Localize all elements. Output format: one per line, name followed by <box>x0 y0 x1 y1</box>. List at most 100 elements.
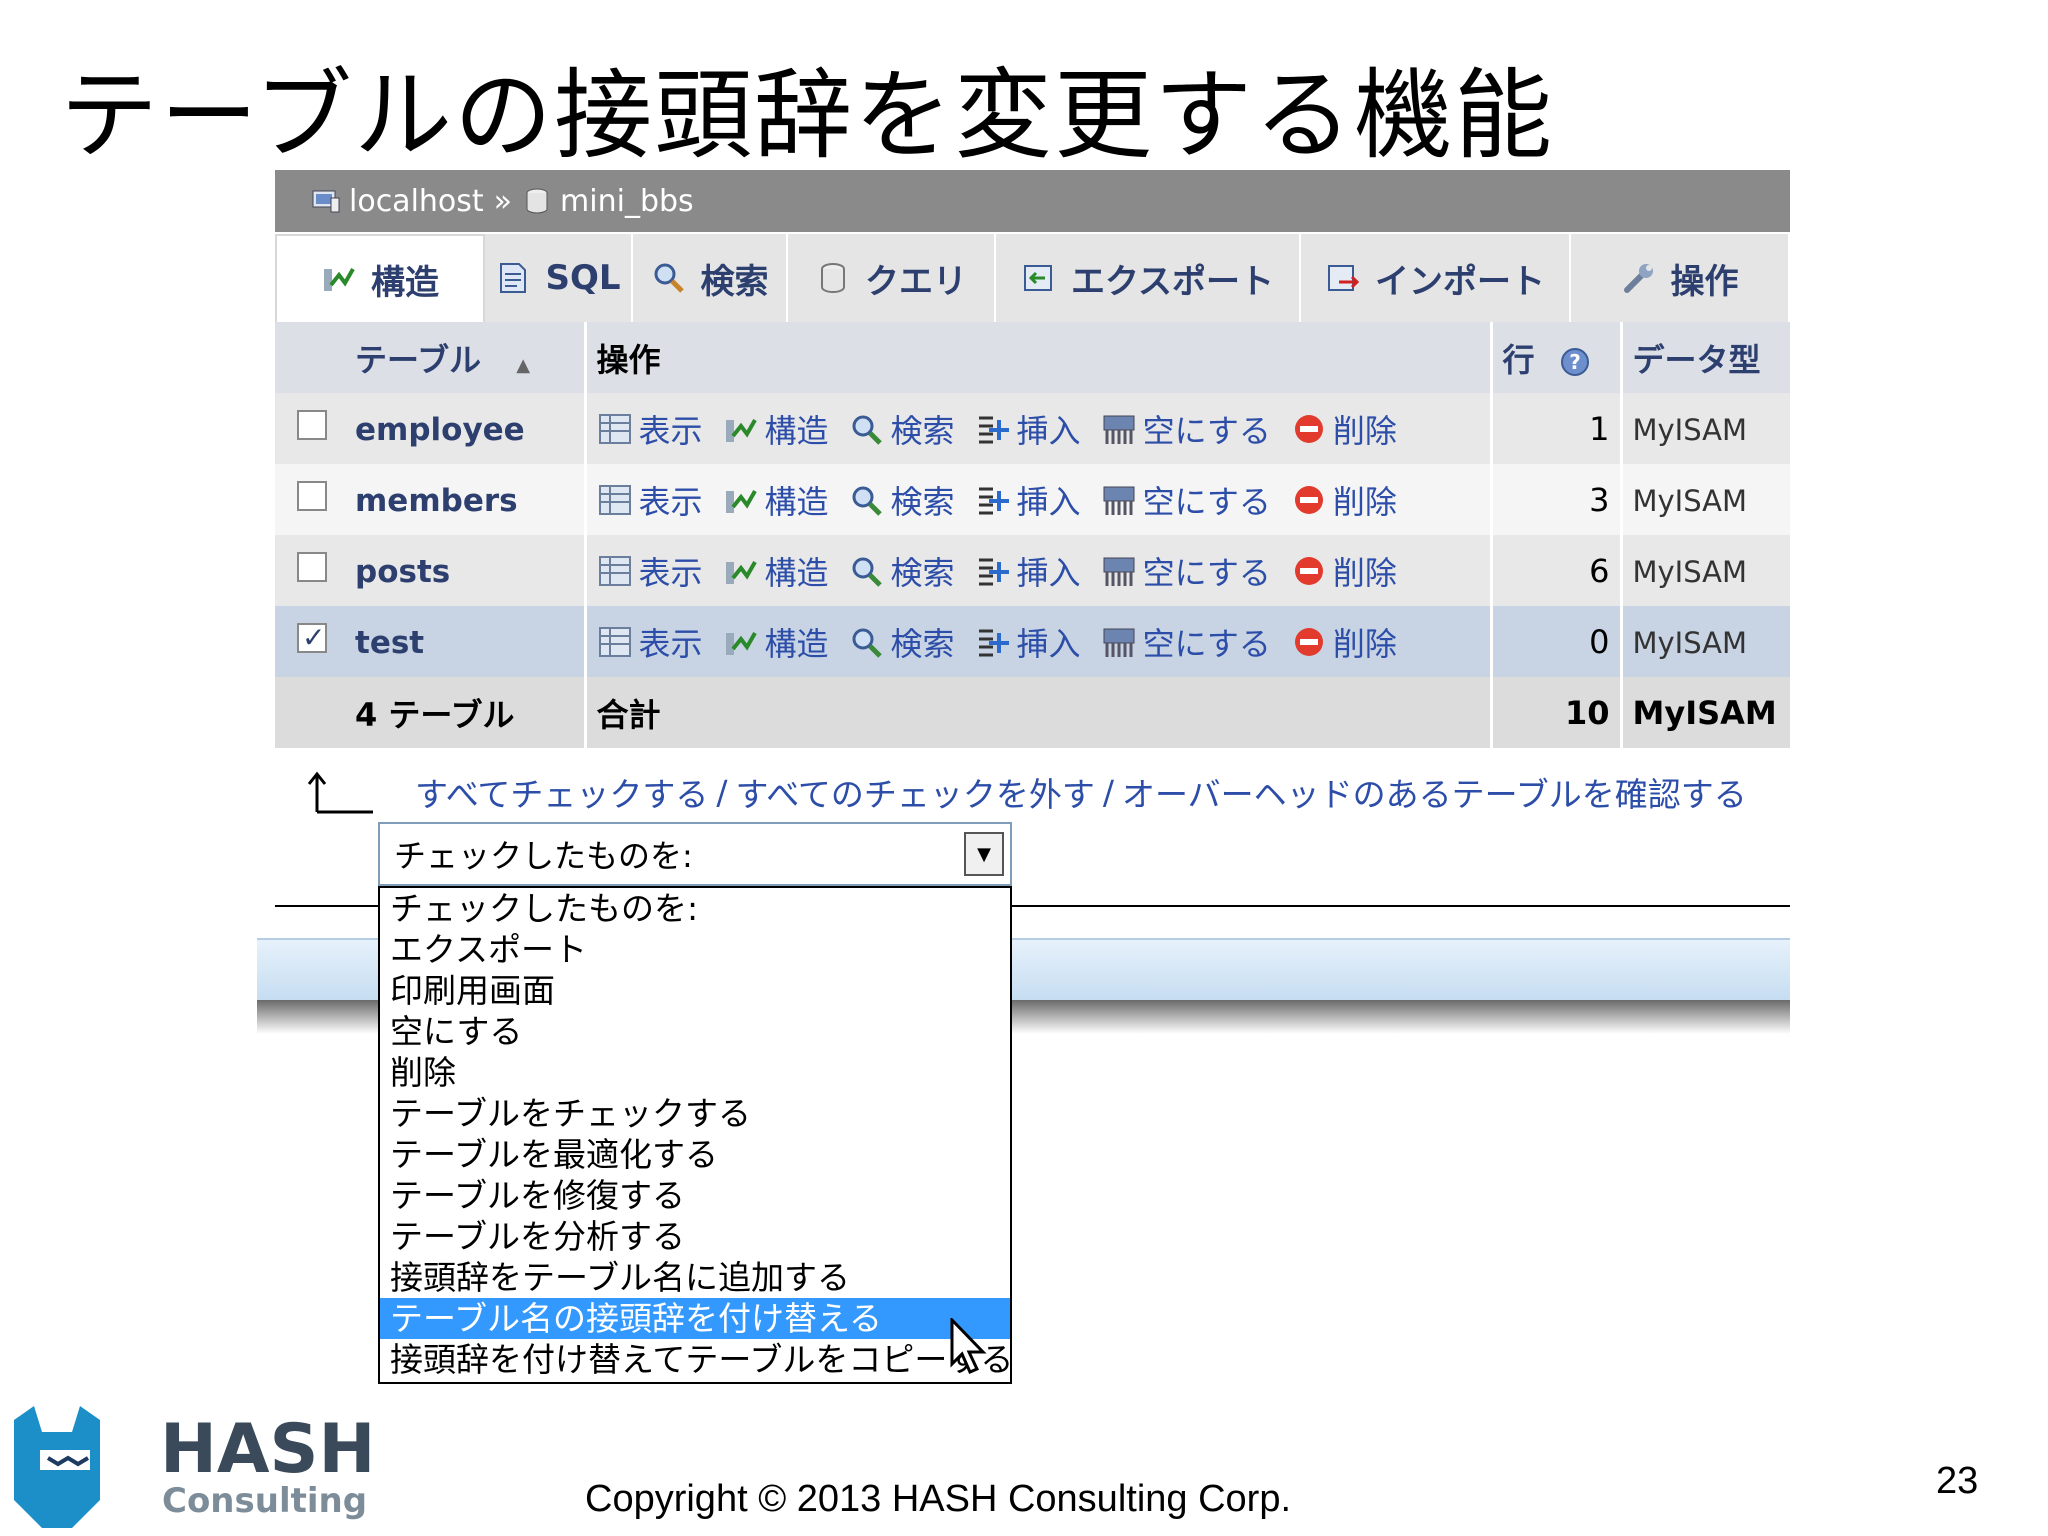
dropdown-option[interactable]: 削除 <box>380 1052 1010 1093</box>
action-0-link[interactable]: 表示 <box>597 477 703 523</box>
column-header-type: データ型 <box>1621 322 1790 393</box>
action-5-link[interactable]: 削除 <box>1291 477 1397 523</box>
dropdown-option[interactable]: 接頭辞を付け替えてテーブルをコピーする <box>380 1339 1013 1380</box>
action-0-link[interactable]: 表示 <box>597 548 703 594</box>
svg-text:Consulting: Consulting <box>162 1481 367 1521</box>
tab-sql[interactable]: SQL <box>485 234 633 322</box>
tab-label: SQL <box>545 258 621 298</box>
breadcrumb-server[interactable]: localhost <box>349 184 484 219</box>
row-checkbox[interactable] <box>297 551 327 582</box>
mouse-cursor-icon <box>950 1318 987 1374</box>
column-header-table[interactable]: テーブル ▲ <box>345 322 587 393</box>
action-5-link[interactable]: 削除 <box>1291 406 1397 452</box>
dropdown-option[interactable]: テーブルを修復する <box>380 1175 1010 1216</box>
tab-label: 構造 <box>371 262 439 303</box>
action-3-link[interactable]: 挿入 <box>975 406 1081 452</box>
action-1-link[interactable]: 構造 <box>723 548 829 594</box>
action-2-link[interactable]: 検索 <box>849 548 955 594</box>
browse-icon <box>598 413 631 444</box>
dropdown-option[interactable]: エクスポート <box>380 929 1010 970</box>
column-header-rows[interactable]: 行? <box>1491 322 1623 393</box>
tab-label: クエリ <box>865 261 967 302</box>
action-0-link[interactable]: 表示 <box>597 619 703 665</box>
tab-query[interactable]: クエリ <box>788 234 996 322</box>
tab-export[interactable]: エクスポート <box>996 234 1301 322</box>
footer-type: MyISAM <box>1621 677 1790 748</box>
help-icon[interactable]: ? <box>1559 346 1591 378</box>
row-count: 6 <box>1491 535 1623 606</box>
browse-icon <box>598 555 631 586</box>
tab-label: 検索 <box>700 261 769 302</box>
search-icon <box>654 263 684 293</box>
action-3-link[interactable]: 挿入 <box>975 477 1081 523</box>
with-selected-select[interactable]: チェックしたものを: ▼ <box>378 822 1012 886</box>
table-name-link[interactable]: posts <box>355 554 450 590</box>
structure-icon <box>725 418 757 442</box>
action-2-link[interactable]: 検索 <box>849 477 955 523</box>
table-footer-row: 4 テーブル 合計 10 MyISAM <box>275 677 1790 748</box>
action-1-link[interactable]: 構造 <box>723 619 829 665</box>
tab-operations[interactable]: 操作 <box>1571 234 1790 322</box>
dropdown-option[interactable]: 空にする <box>380 1011 1010 1052</box>
insert-icon <box>978 558 1009 585</box>
check-links: すべてチェックする / すべてのチェックを外す / オーバーヘッドのあるテーブル… <box>305 768 1747 816</box>
check-overhead-link[interactable]: オーバーヘッドのあるテーブルを確認する <box>1122 768 1747 816</box>
dropdown-option[interactable]: テーブル名の接頭辞を付け替える <box>380 1298 1010 1339</box>
table-name-link[interactable]: test <box>355 625 424 661</box>
browse-icon <box>598 484 631 515</box>
query-icon <box>821 263 845 294</box>
tab-structure[interactable]: 構造 <box>275 234 485 322</box>
uncheck-all-link[interactable]: すべてのチェックを外す <box>736 768 1095 816</box>
table-name-link[interactable]: members <box>355 483 518 519</box>
breadcrumb-database[interactable]: mini_bbs <box>560 184 694 219</box>
database-icon <box>526 188 548 214</box>
action-5-link[interactable]: 削除 <box>1291 619 1397 665</box>
row-count: 3 <box>1491 464 1623 535</box>
storage-type: MyISAM <box>1632 554 1748 589</box>
action-3-link[interactable]: 挿入 <box>975 619 1081 665</box>
action-5-link[interactable]: 削除 <box>1291 548 1397 594</box>
structure-icon <box>725 560 757 584</box>
action-0-link[interactable]: 表示 <box>597 406 703 452</box>
delete-icon <box>1294 556 1323 585</box>
action-1-link[interactable]: 構造 <box>723 477 829 523</box>
page-number: 23 <box>1936 1460 1979 1502</box>
export-icon <box>1024 265 1052 291</box>
row-checkbox[interactable] <box>297 621 327 654</box>
action-2-link[interactable]: 検索 <box>849 619 955 665</box>
chevron-down-icon[interactable]: ▼ <box>964 832 1004 876</box>
action-3-link[interactable]: 挿入 <box>975 548 1081 594</box>
row-checkbox[interactable] <box>297 480 327 511</box>
dropdown-option[interactable]: 印刷用画面 <box>380 970 1010 1011</box>
copyright: Copyright © 2013 HASH Consulting Corp. <box>585 1478 1292 1520</box>
hash-consulting-logo: HASH Consulting <box>14 1406 375 1528</box>
dropdown-option[interactable]: 接頭辞をテーブル名に追加する <box>380 1257 1010 1298</box>
import-icon <box>1328 265 1360 291</box>
footer-total-label: 合計 <box>585 677 1493 748</box>
search-icon <box>852 415 882 445</box>
structure-icon <box>324 268 355 291</box>
action-1-link[interactable]: 構造 <box>723 406 829 452</box>
row-checkbox[interactable] <box>297 409 327 440</box>
dropdown-option[interactable]: テーブルを分析する <box>380 1216 1010 1257</box>
action-4-link[interactable]: 空にする <box>1101 548 1271 594</box>
action-2-link[interactable]: 検索 <box>849 406 955 452</box>
sort-ascending-icon: ▲ <box>516 354 531 376</box>
storage-type: MyISAM <box>1632 625 1748 660</box>
action-4-link[interactable]: 空にする <box>1101 619 1271 665</box>
action-4-link[interactable]: 空にする <box>1101 477 1271 523</box>
storage-type: MyISAM <box>1632 412 1748 447</box>
tab-import[interactable]: インポート <box>1301 234 1571 322</box>
check-all-link[interactable]: すべてチェックする <box>415 768 708 816</box>
tab-search[interactable]: 検索 <box>633 234 788 322</box>
storage-type: MyISAM <box>1632 483 1748 518</box>
dropdown-option[interactable]: テーブルをチェックする <box>380 1093 1010 1134</box>
delete-icon <box>1294 485 1323 514</box>
svg-text:?: ? <box>1569 350 1581 374</box>
table-name-link[interactable]: employee <box>355 412 525 448</box>
dropdown-option[interactable]: テーブルを最適化する <box>380 1134 1010 1175</box>
svg-text:HASH: HASH <box>160 1410 375 1489</box>
breadcrumb-separator: » <box>493 183 513 219</box>
action-4-link[interactable]: 空にする <box>1101 406 1271 452</box>
dropdown-option[interactable]: チェックしたものを: <box>380 888 1010 929</box>
